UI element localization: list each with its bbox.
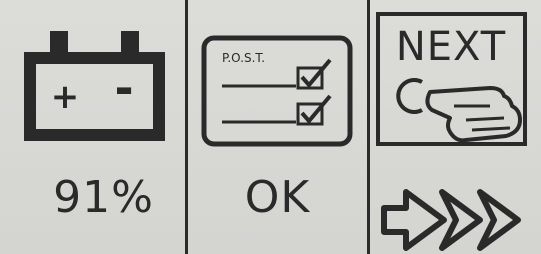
battery-panel[interactable]: + - 91% [0, 0, 185, 254]
battery-minus-sign: - [114, 61, 133, 115]
battery-percent: 91% [53, 172, 154, 223]
post-panel[interactable]: P.O.S.T. OK [188, 0, 367, 254]
double-arrow-icon [381, 189, 521, 251]
next-label: NEXT [396, 24, 506, 70]
battery-icon: + - [24, 31, 165, 141]
battery-plus-sign: + [51, 77, 80, 117]
lcd-screen: + - 91% P.O.S.T. OK NEXT [0, 0, 541, 254]
post-label: P.O.S.T. [222, 51, 265, 65]
post-checklist-icon: P.O.S.T. [201, 35, 353, 147]
hand-pointing-icon: NEXT [376, 12, 527, 146]
post-status: OK [244, 172, 311, 223]
next-panel[interactable]: NEXT [370, 0, 541, 254]
